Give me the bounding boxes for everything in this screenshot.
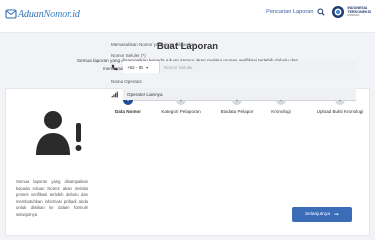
- data-nomor-form: Memasukkan Nomor yang ingin dilaporkan N…: [111, 42, 356, 100]
- step-5-label: Upload Bukti Kronologi: [316, 109, 364, 114]
- operator-select[interactable]: Operator Lainnya: [123, 88, 356, 100]
- left-info-panel: Semua laporan yang disampaikan kepada Ad…: [6, 89, 106, 237]
- chevron-down-icon: ▾: [146, 64, 149, 70]
- step-3-label: Biodata Pelapor: [220, 109, 254, 114]
- search-icon[interactable]: [317, 8, 326, 16]
- kominfo-logo: INDONESIA TERKONEKSI KOMINFO: [331, 5, 371, 19]
- signal-icon: [111, 91, 118, 97]
- phone-row: +62 - ID ▾ Nomor Seluler: [111, 61, 356, 73]
- arrow-right-icon: ➞: [334, 212, 340, 218]
- next-button[interactable]: Selanjutnya ➞: [292, 207, 352, 222]
- country-code-select[interactable]: +62 - ID ▾: [123, 61, 159, 73]
- phone-icon: [111, 64, 118, 70]
- left-description: Semua laporan yang disampaikan kepada Ad…: [16, 179, 88, 217]
- top-header: AduanNomor.id Pencarian Laporan INDONESI…: [0, 0, 375, 33]
- operator-label: Nama Operator: [111, 79, 143, 84]
- logo-mark-icon: [5, 9, 17, 19]
- aduan-nomor-logo[interactable]: AduanNomor.id: [5, 8, 80, 20]
- ministry-sub: KOMINFO: [347, 14, 360, 17]
- user-alert-icon: [36, 111, 82, 155]
- logo-text: AduanNomor.id: [18, 8, 80, 20]
- kominfo-emblem-icon: [332, 6, 345, 18]
- step-4-label: Kronologi: [271, 109, 291, 114]
- country-code-value: +62 - ID: [127, 64, 144, 70]
- operator-row: Operator Lainnya: [111, 88, 356, 100]
- phone-label: Nomor Seluler (*): [111, 53, 146, 58]
- phone-number-input[interactable]: Nomor Seluler: [159, 61, 356, 73]
- pencarian-laporan-link[interactable]: Pencarian Laporan: [266, 9, 313, 15]
- step-2-label: Kategori Pelaporan: [161, 109, 201, 114]
- form-hint: Memasukkan Nomor yang ingin dilaporkan: [111, 42, 197, 47]
- next-button-label: Selanjutnya: [304, 212, 331, 217]
- step-1-label: Data Nomor: [114, 109, 142, 114]
